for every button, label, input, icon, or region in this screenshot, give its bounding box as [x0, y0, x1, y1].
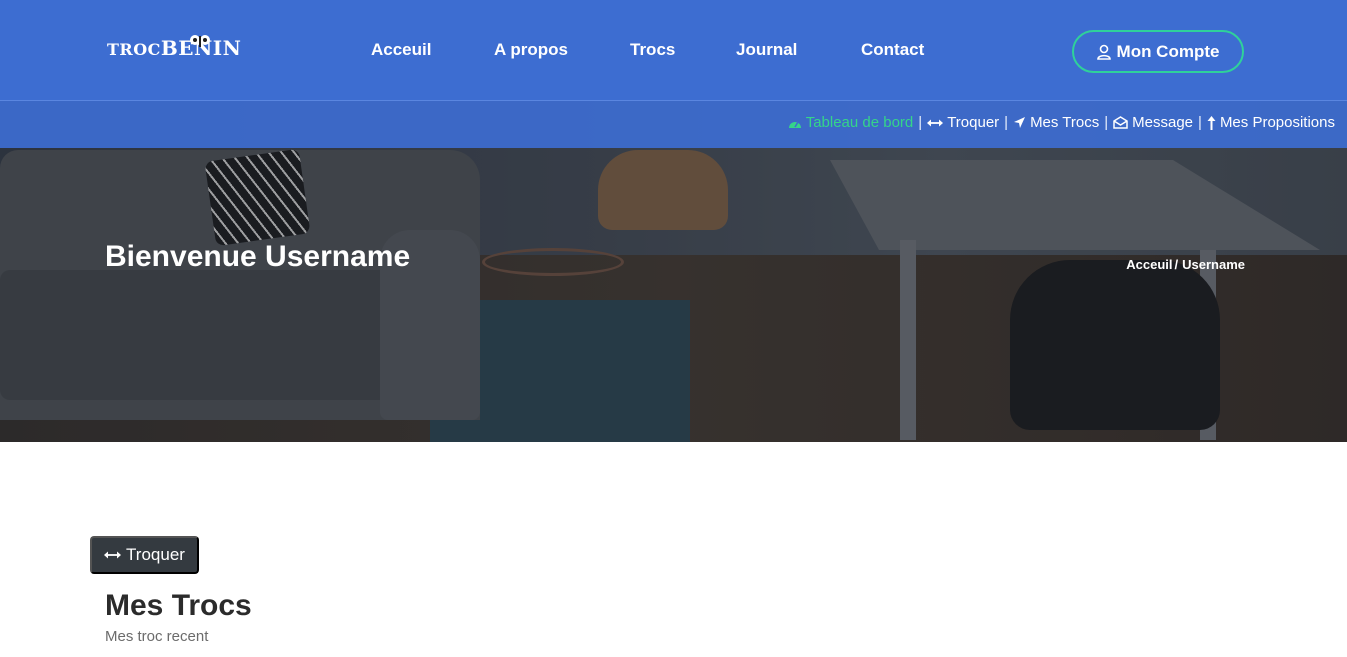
troquer-button[interactable]: Troquer [90, 536, 199, 574]
subnav-tableau-de-bord-label: Tableau de bord [805, 114, 914, 131]
troquer-button-label: Troquer [126, 545, 185, 564]
subnav-mes-trocs[interactable]: Mes Trocs [1013, 114, 1099, 131]
nav-link-a-propos[interactable]: A propos [494, 40, 568, 60]
exchange-arrows-icon [927, 119, 944, 126]
location-arrow-icon [1014, 117, 1026, 128]
subnav-separator: | [918, 114, 923, 131]
subnav-message-label: Message [1132, 114, 1194, 131]
dashboard-subnav: Tableau de bord | Troquer | Mes Trocs | … [788, 114, 1335, 131]
breadcrumb-separator: / [1174, 257, 1179, 272]
subnav-mes-propositions-label: Mes Propositions [1219, 114, 1335, 131]
nav-link-contact[interactable]: Contact [861, 40, 924, 60]
subnav-message[interactable]: Message [1113, 114, 1193, 131]
dashboard-subbar: Tableau de bord | Troquer | Mes Trocs | … [0, 101, 1347, 148]
mon-compte-label: Mon Compte [1116, 41, 1220, 61]
user-icon [1096, 44, 1111, 60]
nav-link-trocs[interactable]: Trocs [630, 40, 675, 60]
breadcrumb: Acceuil / Username [1126, 257, 1245, 272]
section-title: Mes Trocs [105, 589, 252, 622]
nav-link-acceuil[interactable]: Acceuil [371, 40, 431, 60]
subnav-separator: | [1198, 114, 1202, 131]
envelope-open-icon [1113, 116, 1128, 129]
subnav-troquer[interactable]: Troquer [927, 114, 999, 131]
top-navbar: TROCBENIN Acceuil A propos Trocs Journal… [0, 0, 1347, 101]
nav-link-journal[interactable]: Journal [736, 40, 797, 60]
exchange-arrows-icon [104, 551, 122, 559]
page-title: Bienvenue Username [105, 240, 411, 273]
subnav-separator: | [1104, 114, 1109, 131]
dashboard-icon [788, 121, 801, 128]
subnav-troquer-label: Troquer [947, 114, 1000, 131]
mon-compte-button[interactable]: Mon Compte [1072, 30, 1244, 73]
subnav-tableau-de-bord[interactable]: Tableau de bord [788, 114, 914, 131]
breadcrumb-username: Username [1182, 257, 1245, 272]
subnav-mes-trocs-label: Mes Trocs [1030, 114, 1100, 131]
section-subtitle: Mes troc recent [105, 628, 209, 645]
subnav-separator: | [1004, 114, 1009, 131]
breadcrumb-acceuil[interactable]: Acceuil [1126, 257, 1172, 272]
subnav-mes-propositions[interactable]: Mes Propositions [1207, 114, 1335, 131]
long-arrow-up-icon [1207, 115, 1216, 130]
